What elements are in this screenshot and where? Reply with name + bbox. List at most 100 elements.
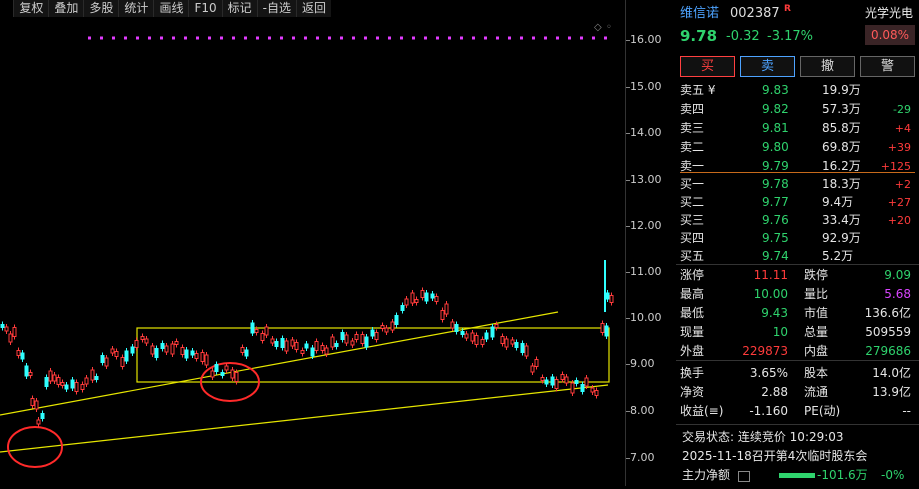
candle-body <box>224 365 229 371</box>
candle-body <box>560 374 565 380</box>
stat-label: 最低 <box>680 306 705 320</box>
candle-body <box>230 369 235 379</box>
candle-body <box>604 325 609 337</box>
price-tick-label: 8.00 <box>630 404 655 417</box>
mainflow-label: 主力净额 <box>682 468 731 482</box>
toolbar-item[interactable]: 叠加 <box>48 0 83 17</box>
candle-body <box>534 359 539 367</box>
bid-row[interactable]: 买三 9.76 33.4万 +20 <box>676 211 919 230</box>
sector-pct-badge: 0.08% <box>865 25 915 45</box>
level-price: 9.82 <box>762 102 789 116</box>
toolbar-item[interactable]: 返回 <box>295 0 331 17</box>
candle-body <box>334 343 339 347</box>
candle-body <box>290 339 295 347</box>
candle-body <box>320 345 325 351</box>
candle-body <box>484 332 489 340</box>
candle-body <box>100 355 105 363</box>
candle-body <box>52 374 57 382</box>
gear-icon: ◦ <box>606 22 612 33</box>
candle-body <box>330 336 335 348</box>
candle-body <box>314 341 319 351</box>
candle-body <box>364 336 369 348</box>
candle-body <box>80 384 85 390</box>
stat-value: 2.88 <box>761 385 788 399</box>
toolbar-item[interactable]: 画线 <box>153 0 188 17</box>
candle-body <box>64 384 69 390</box>
kline-canvas[interactable]: ◇ ◦ <box>0 0 625 486</box>
candle-body <box>454 324 459 332</box>
candlestick-series <box>0 260 614 427</box>
candle-body <box>214 364 219 372</box>
toolbar-item[interactable]: -自选 <box>256 0 296 17</box>
candle-body <box>12 327 17 337</box>
candle-body <box>114 351 119 357</box>
level-price: 9.80 <box>762 140 789 154</box>
level-delta: +4 <box>894 122 911 135</box>
ask-row[interactable]: 卖五 ¥ 9.83 19.9万 <box>676 81 919 100</box>
margin-flag-icon: R <box>784 4 791 14</box>
candle-body <box>354 334 359 340</box>
level-volume: 9.4万 <box>822 195 854 209</box>
bid-row[interactable]: 买四 9.75 92.9万 <box>676 229 919 248</box>
bid-row[interactable]: 买二 9.77 9.4万 +27 <box>676 193 919 212</box>
candle-body <box>360 334 365 344</box>
sector-name[interactable]: 光学光电 <box>865 4 913 23</box>
candle-body <box>340 332 345 340</box>
candle-body <box>56 377 61 385</box>
notice-text[interactable]: 2025-11-18召开第4次临时股东会 <box>682 447 867 466</box>
list-icon[interactable] <box>738 471 750 482</box>
level-label: 卖五 ¥ <box>680 83 716 97</box>
level-label: 买一 <box>680 177 705 191</box>
toolbar-item[interactable]: 多股 <box>83 0 118 17</box>
candle-body <box>200 352 205 362</box>
ask-row[interactable]: 卖一 9.79 16.2万 +125 <box>676 157 919 176</box>
candle-body <box>160 343 165 349</box>
candle-body <box>424 292 429 302</box>
candle-body <box>44 377 49 387</box>
candle-body <box>30 398 35 406</box>
stat-label: 外盘 <box>680 344 705 358</box>
candle-body <box>84 377 89 385</box>
book-divider <box>680 172 915 173</box>
price-change: -0.32 <box>726 29 760 44</box>
kline-chart[interactable]: ◇ ◦ 复权 叠加 多股 统计 画线 F10 标记 -自选 返回 <box>0 0 625 486</box>
stat-label: 跌停 <box>804 268 829 282</box>
candle-body <box>594 390 599 396</box>
sell-button[interactable]: 卖 <box>740 56 795 77</box>
candle-body <box>180 347 185 355</box>
level-label: 买四 <box>680 231 705 245</box>
fundamental-row: 换手 3.65% 股本 14.0亿 <box>676 364 919 383</box>
candle-body <box>28 372 33 376</box>
toolbar-item[interactable]: F10 <box>188 0 221 17</box>
candle-body <box>609 295 614 303</box>
trade-status: 交易状态: 连续竞价 10:29:03 <box>676 428 919 447</box>
alert-button[interactable]: 警 <box>860 56 915 77</box>
toolbar-item[interactable]: 统计 <box>118 0 153 17</box>
candle-body <box>34 400 39 410</box>
toolbar-item[interactable]: 复权 <box>13 0 48 17</box>
toolbar-item[interactable]: 标记 <box>221 0 257 17</box>
candle-body <box>524 345 529 357</box>
candle-body <box>4 326 9 332</box>
bid-row[interactable]: 买一 9.78 18.3万 +2 <box>676 175 919 194</box>
cancel-order-button[interactable]: 撤 <box>800 56 855 77</box>
candle-body <box>550 376 555 386</box>
buy-button[interactable]: 买 <box>680 56 735 77</box>
stats-row: 最低 9.43 市值 136.6亿 <box>676 304 919 323</box>
candle-body <box>380 325 385 329</box>
candle-body <box>440 310 445 320</box>
divider <box>676 264 919 265</box>
ask-row[interactable]: 卖二 9.80 69.8万 +39 <box>676 138 919 157</box>
stat-label: 市值 <box>804 306 829 320</box>
stat-label: 最高 <box>680 287 705 301</box>
mainflow-value: -101.6万 <box>817 468 868 482</box>
stat-value: -1.160 <box>749 404 788 418</box>
notice-row[interactable]: 2025-11-18召开第4次临时股东会 <box>676 447 919 466</box>
level-price: 9.75 <box>762 231 789 245</box>
divider <box>676 424 919 425</box>
candle-body <box>464 333 469 339</box>
ask-row[interactable]: 卖四 9.82 57.3万 -29 <box>676 100 919 119</box>
candle-body <box>60 382 65 386</box>
candle-body <box>390 321 395 331</box>
ask-row[interactable]: 卖三 9.81 85.8万 +4 <box>676 119 919 138</box>
